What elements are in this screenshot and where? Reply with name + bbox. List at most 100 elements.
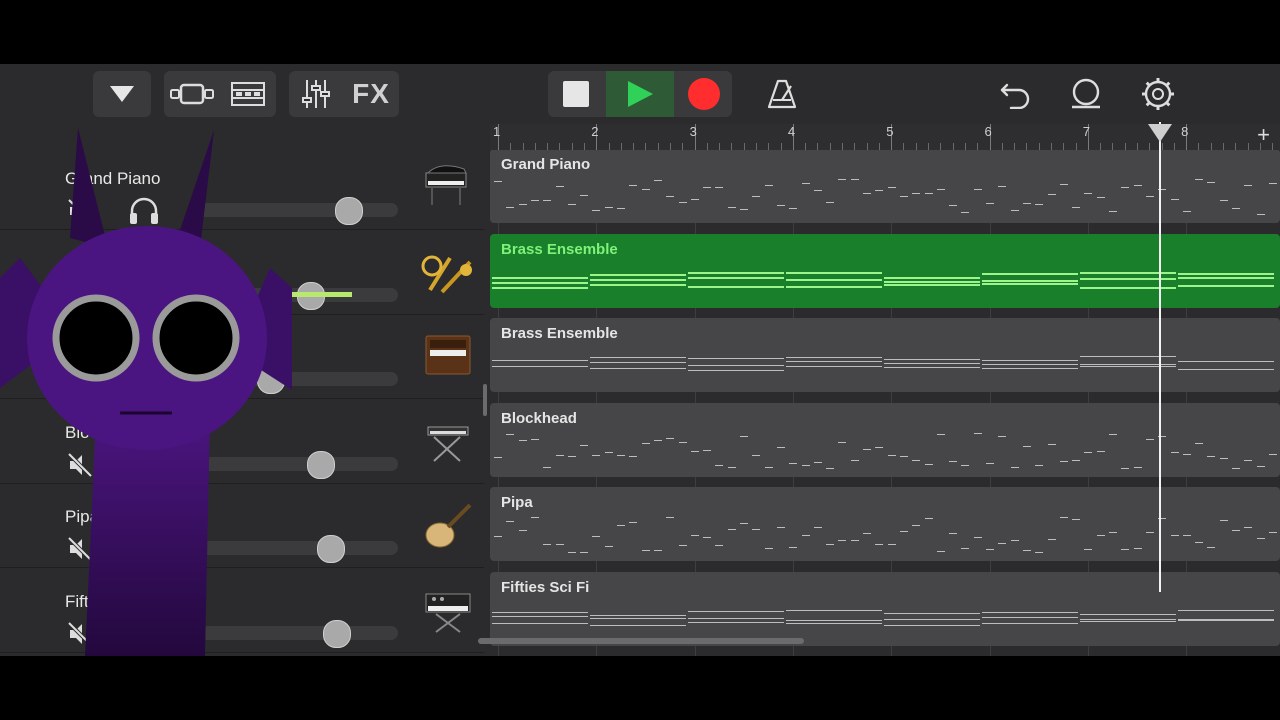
horizontal-scrollbar[interactable] [478,638,804,644]
note-mark [688,617,784,619]
note-mark [764,466,773,468]
note-mark [629,522,638,523]
track-region[interactable]: Pipa [490,487,1280,561]
brass-icon[interactable] [420,244,476,300]
toolbar: FX [0,64,1280,124]
add-section-button[interactable]: + [1257,122,1270,148]
note-mark [492,276,588,279]
loop-browser-button[interactable] [1064,71,1108,117]
ruler-tick [817,143,819,150]
note-mark [1080,356,1176,357]
metronome-button[interactable] [760,71,804,117]
grand-piano-icon[interactable] [420,159,476,215]
note-mark [530,200,539,201]
record-icon [688,78,720,110]
stop-button[interactable] [548,71,604,117]
track-region[interactable]: Brass Ensemble [490,318,1280,392]
mixer-button[interactable] [289,71,343,117]
ruler-tick [719,143,721,150]
note-mark [924,463,933,465]
region-name: Pipa [501,494,533,511]
note-mark [1080,618,1176,620]
note-mark [986,549,994,550]
ruler-tick [670,143,672,150]
note-mark [973,189,982,190]
note-mark [727,466,736,468]
note-mark [592,536,601,537]
ruler-tick [1001,143,1003,150]
track-region[interactable]: Brass Ensemble [490,233,1280,308]
note-mark [776,527,785,528]
note-mark [789,547,798,548]
note-mark [690,535,699,536]
note-mark [1121,467,1130,469]
note-mark [492,611,588,613]
note-mark [715,464,724,466]
note-mark [786,278,882,281]
note-mark [1047,443,1056,445]
playhead-handle[interactable] [1148,124,1172,142]
note-mark [518,439,527,441]
settings-button[interactable] [1136,71,1180,117]
track-region[interactable]: Grand Piano [490,150,1280,223]
note-mark [1219,520,1228,521]
note-mark [1109,532,1117,533]
volume-knob[interactable] [323,619,351,648]
pipa-icon[interactable] [420,497,476,553]
note-mark [912,459,921,461]
note-mark [786,622,882,624]
tracks-view-button[interactable] [164,71,220,117]
note-mark [543,200,552,201]
note-mark [590,273,686,276]
vertical-scrollbar[interactable] [483,384,487,416]
ruler-tick [1124,143,1126,150]
note-mark [875,544,884,545]
note-mark [740,523,748,524]
note-mark [653,550,662,551]
note-mark [641,550,650,551]
note-mark [801,535,810,536]
synth-icon[interactable] [420,582,476,638]
note-mark [653,439,662,441]
ruler-tick [559,143,561,150]
volume-knob[interactable] [335,197,363,225]
note-mark [982,282,1078,285]
note-mark [1047,539,1056,540]
browser-dropdown-button[interactable] [93,71,151,117]
note-mark [567,455,576,457]
note-mark [813,527,822,528]
volume-knob[interactable] [317,535,345,563]
track-region[interactable]: Blockhead [490,402,1280,477]
fx-button[interactable]: FX [343,71,399,117]
ruler-tick [1136,143,1138,150]
note-mark [1244,185,1253,186]
note-mark [1232,208,1240,209]
bar-number: 5 [886,124,894,139]
note-mark [641,189,650,190]
note-mark [936,433,945,435]
ruler-tick [620,143,622,150]
note-mark [1080,613,1176,615]
tracks-area[interactable]: Grand Piano Brass Ensemble Brass Ensemble B… [490,150,1280,656]
note-mark [543,544,552,545]
organ-icon[interactable] [420,328,476,384]
note-mark [1145,196,1154,197]
note-mark [678,545,687,546]
note-mark [998,543,1007,544]
note-mark [1195,442,1204,444]
track-region[interactable]: Fifties Sci Fi [490,571,1280,646]
keyboard-stand-icon[interactable] [420,413,476,469]
playhead[interactable] [1159,122,1161,592]
note-mark [973,432,982,434]
note-mark [653,180,662,181]
note-mark [604,451,613,453]
ruler-tick [1112,143,1114,150]
ruler-tick [1100,143,1102,150]
note-mark [688,365,784,366]
loops-view-button[interactable] [220,71,276,117]
undo-button[interactable] [993,71,1037,117]
record-button[interactable] [676,71,732,117]
ruler-tick [878,143,880,150]
play-button[interactable] [606,71,674,117]
volume-knob[interactable] [307,450,335,479]
